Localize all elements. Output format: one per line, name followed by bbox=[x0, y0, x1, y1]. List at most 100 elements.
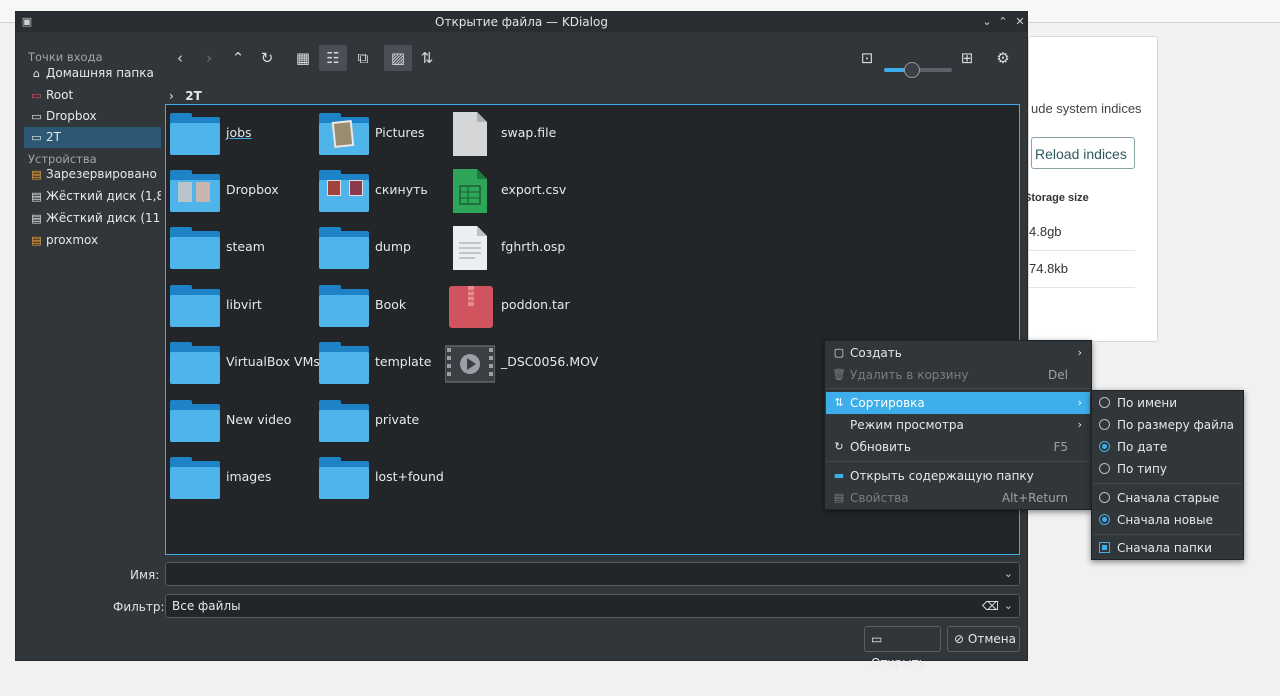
folder-label: скинуть bbox=[375, 182, 428, 197]
sort-by-type[interactable]: По типу bbox=[1093, 458, 1242, 480]
folder-item[interactable]: Book bbox=[319, 281, 459, 331]
folder-icon bbox=[170, 400, 220, 442]
folder-item[interactable]: Dropbox bbox=[170, 166, 310, 216]
storage-size-value: 4.8gb bbox=[1029, 224, 1062, 239]
folder-label: private bbox=[375, 412, 420, 427]
filename-input[interactable]: ⌄ bbox=[165, 562, 1020, 586]
sort-button[interactable]: ⇅ bbox=[413, 45, 441, 71]
device-item-harddisk-2[interactable]: ▤ Жёсткий диск (111... bbox=[24, 208, 161, 229]
chevron-down-icon[interactable]: ⌄ bbox=[1004, 595, 1013, 617]
menu-item-label: Удалить в корзину bbox=[850, 368, 969, 382]
sort-newest-first[interactable]: Сначала новые bbox=[1093, 509, 1242, 531]
filter-select[interactable]: Все файлы ⌫ ⌄ bbox=[165, 594, 1020, 618]
open-button[interactable]: ▭ Открыть bbox=[864, 626, 941, 670]
menu-item-label: Создать bbox=[850, 346, 902, 360]
folder-icon bbox=[319, 400, 369, 442]
menu-item-refresh[interactable]: ↻ Обновить F5 bbox=[826, 436, 1090, 458]
breadcrumb-item[interactable]: 2T bbox=[185, 89, 202, 103]
zoom-slider-handle[interactable] bbox=[904, 62, 920, 78]
radio-button[interactable] bbox=[1099, 463, 1110, 474]
menu-item-open-folder[interactable]: ▬ Открыть содержащую папку bbox=[826, 465, 1090, 487]
device-item-reserved[interactable]: ▤ Зарезервировано ... bbox=[24, 164, 161, 185]
harddisk-icon: ▤ bbox=[31, 190, 42, 203]
radio-button-selected[interactable] bbox=[1099, 441, 1110, 452]
folder-item[interactable]: private bbox=[319, 396, 459, 446]
radio-button[interactable] bbox=[1099, 492, 1110, 503]
folder-item[interactable]: lost+found bbox=[319, 453, 459, 503]
folder-item[interactable]: libvirt bbox=[170, 281, 310, 331]
menu-item-properties[interactable]: ▤ Свойства Alt+Return bbox=[826, 487, 1090, 509]
maximize-icon[interactable]: ⌃ bbox=[996, 15, 1010, 29]
folder-label: template bbox=[375, 354, 432, 369]
file-item[interactable]: _DSC0056.MOV bbox=[444, 338, 605, 388]
breadcrumb[interactable]: › 2T bbox=[169, 89, 202, 103]
folder-open-icon: ▭ bbox=[871, 632, 883, 646]
device-label: Жёсткий диск (1,8 ... bbox=[46, 189, 161, 203]
filter-label: Фильтр: bbox=[113, 600, 165, 614]
titlebar: ▣ Открытие файла — KDialog ⌄ ⌃ ✕ bbox=[16, 12, 1027, 32]
radio-button[interactable] bbox=[1099, 397, 1110, 408]
place-item-root[interactable]: ▭ Root bbox=[24, 85, 161, 106]
menu-item-view-mode[interactable]: Режим просмотра › bbox=[826, 414, 1090, 436]
file-label: export.csv bbox=[501, 182, 567, 197]
zoom-out-icon[interactable]: ⊡ bbox=[853, 45, 881, 71]
sort-oldest-first[interactable]: Сначала старые bbox=[1093, 487, 1242, 509]
sort-by-size[interactable]: По размеру файла bbox=[1093, 414, 1242, 436]
sort-folders-first[interactable]: Сначала папки bbox=[1093, 537, 1242, 559]
details-view-button[interactable]: ⧉ bbox=[349, 45, 377, 71]
menu-item-create[interactable]: ▢ Создать › bbox=[826, 342, 1090, 364]
up-button[interactable]: ⌃ bbox=[224, 45, 252, 71]
file-item[interactable]: poddon.tar bbox=[445, 281, 605, 331]
cancel-icon: ⊘ bbox=[954, 632, 965, 646]
folder-item[interactable]: New video bbox=[170, 396, 310, 446]
menu-item-label: Сначала старые bbox=[1117, 491, 1220, 505]
device-item-proxmox[interactable]: ▤ proxmox bbox=[24, 230, 161, 251]
compact-view-button[interactable]: ☷ bbox=[319, 45, 347, 71]
file-item[interactable]: swap.file bbox=[445, 109, 605, 159]
preview-toggle-button[interactable]: ▨ bbox=[384, 45, 412, 71]
table-row: 4.8gb bbox=[1029, 214, 1135, 251]
file-label: fghrth.osp bbox=[501, 239, 566, 254]
folder-item[interactable]: steam bbox=[170, 223, 310, 273]
device-item-harddisk-1[interactable]: ▤ Жёсткий диск (1,8 ... bbox=[24, 186, 161, 207]
file-item[interactable]: fghrth.osp bbox=[445, 223, 605, 273]
cancel-button[interactable]: ⊘ Отмена bbox=[947, 626, 1020, 652]
folder-item[interactable]: Pictures bbox=[319, 109, 459, 159]
zoom-in-icon[interactable]: ⊞ bbox=[953, 45, 981, 71]
reload-indices-button[interactable]: Reload indices bbox=[1031, 137, 1135, 169]
place-item-dropbox[interactable]: ▭ Dropbox bbox=[24, 106, 161, 127]
folder-label: New video bbox=[226, 412, 292, 427]
menu-item-trash[interactable]: 🗑 Удалить в корзину Del bbox=[826, 364, 1090, 386]
folder-icon: ▭ bbox=[31, 131, 42, 144]
back-button[interactable]: ‹ bbox=[166, 45, 194, 71]
menu-item-label: Обновить bbox=[850, 440, 911, 454]
chevron-down-icon[interactable]: ⌄ bbox=[1004, 563, 1013, 585]
place-item-2t[interactable]: ▭ 2T bbox=[24, 127, 161, 148]
folder-item[interactable]: template bbox=[319, 338, 459, 388]
place-item-home[interactable]: ⌂ Домашняя папка bbox=[24, 63, 161, 84]
sort-by-date[interactable]: По дате bbox=[1093, 436, 1242, 458]
options-icon[interactable]: ⚙ bbox=[989, 45, 1017, 71]
radio-button[interactable] bbox=[1099, 419, 1110, 430]
radio-button-selected[interactable] bbox=[1099, 514, 1110, 525]
folder-item[interactable]: VirtualBox VMs bbox=[170, 338, 320, 388]
folder-item[interactable]: скинуть bbox=[319, 166, 459, 216]
reload-button[interactable]: ↻ bbox=[253, 45, 281, 71]
folder-item[interactable]: dump bbox=[319, 223, 459, 273]
sort-by-name[interactable]: По имени bbox=[1093, 392, 1242, 414]
file-label: swap.file bbox=[501, 125, 557, 140]
checkbox-checked[interactable] bbox=[1099, 542, 1110, 553]
folder-item[interactable]: jobs bbox=[170, 109, 310, 159]
folder-label: Book bbox=[375, 297, 407, 312]
forward-button[interactable]: › bbox=[195, 45, 223, 71]
close-icon[interactable]: ✕ bbox=[1013, 15, 1027, 29]
minimize-icon[interactable]: ⌄ bbox=[980, 15, 994, 29]
file-item[interactable]: export.csv bbox=[445, 166, 605, 216]
folder-icon bbox=[319, 457, 369, 499]
folder-item[interactable]: images bbox=[170, 453, 310, 503]
menu-item-sort[interactable]: ⇅ Сортировка › bbox=[826, 392, 1090, 414]
folder-icon bbox=[170, 457, 220, 499]
icons-view-button[interactable]: ▦ bbox=[289, 45, 317, 71]
include-system-indices-text: ude system indices bbox=[1031, 101, 1142, 116]
clear-text-icon[interactable]: ⌫ bbox=[982, 595, 999, 617]
